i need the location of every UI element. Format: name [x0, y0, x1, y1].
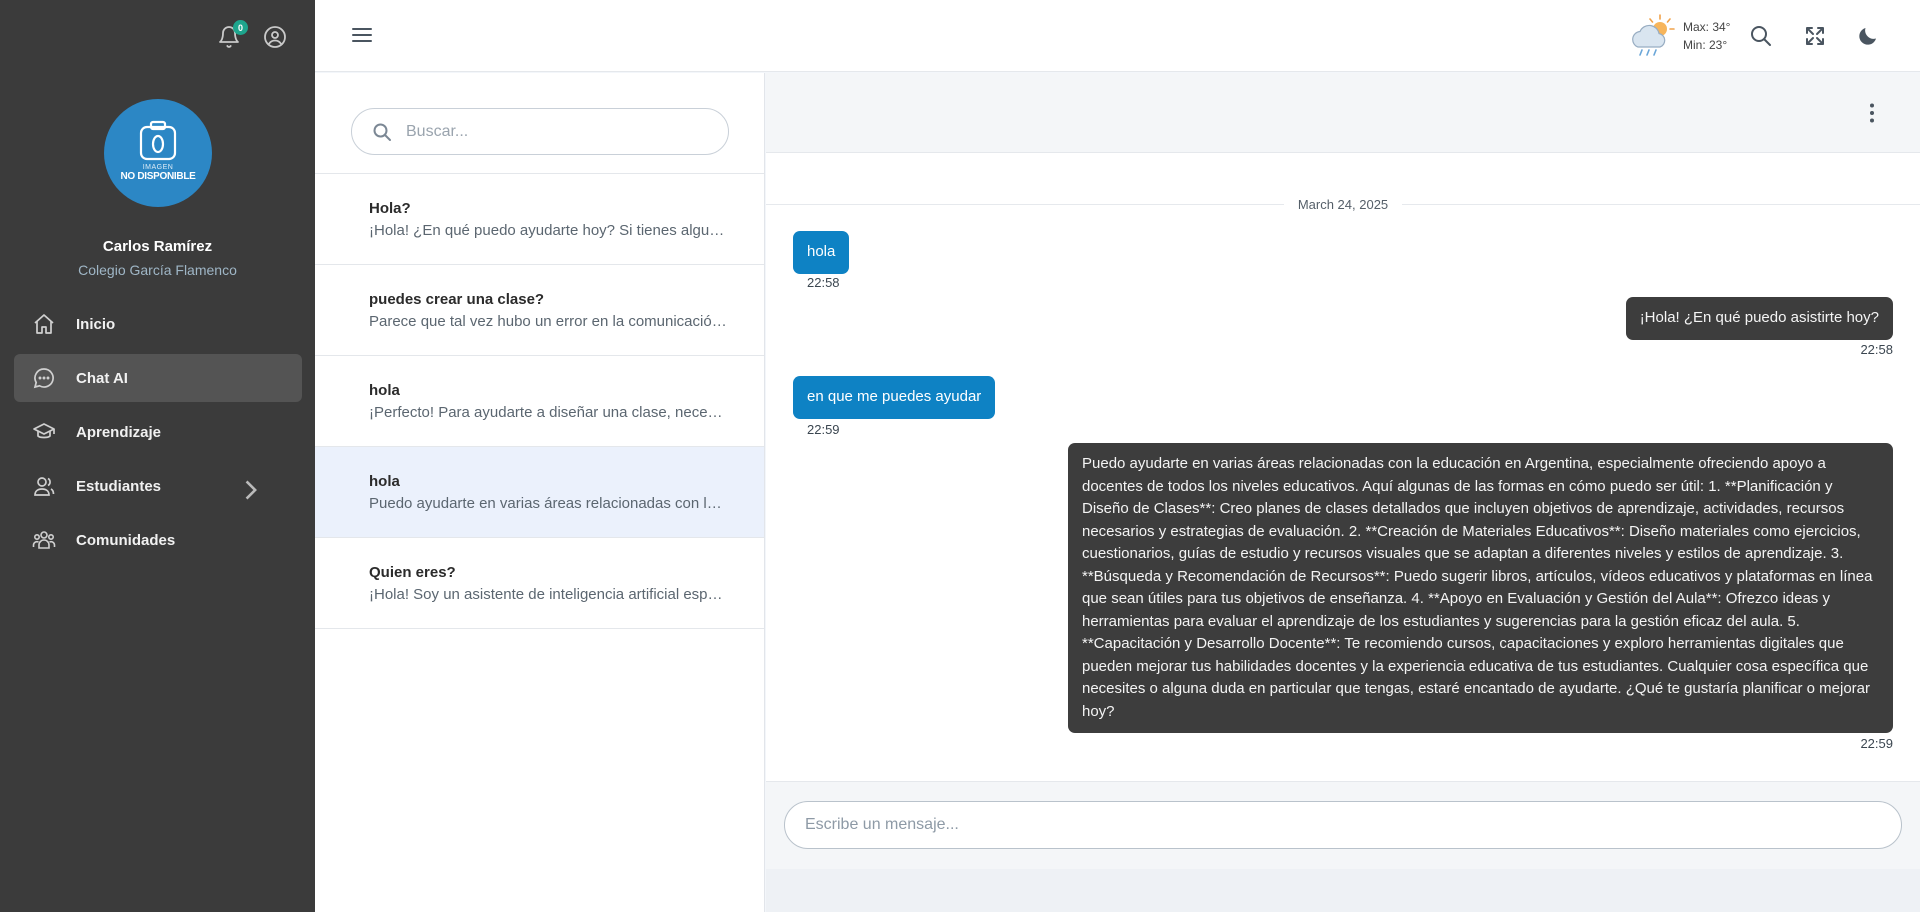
more-options-icon[interactable]: [1860, 101, 1884, 125]
dark-mode-moon-icon[interactable]: [1856, 24, 1880, 48]
graduation-cap-icon: [33, 423, 55, 439]
user-name: Carlos Ramírez: [102, 238, 213, 255]
sidebar-item-label: Inicio: [76, 315, 116, 333]
fullscreen-icon[interactable]: [1803, 24, 1827, 48]
sidebar-item-aprendizaje[interactable]: Aprendizaje: [14, 408, 302, 456]
sidebar-item-chat-ai[interactable]: Chat AI: [14, 354, 302, 402]
divider: [766, 204, 1284, 205]
user-circle-icon: [264, 26, 286, 48]
user-school: Colegio García Flamenco: [78, 262, 237, 278]
conversation-item-active[interactable]: hola Puedo ayudarte en varias áreas rela…: [315, 447, 764, 538]
conversation-items: Hola? ¡Hola! ¿En qué puedo ayudarte hoy?…: [315, 173, 764, 629]
divider: [1402, 204, 1920, 205]
user-message: en que me puedes ayudar: [793, 376, 996, 419]
conversation-title: hola: [369, 382, 400, 399]
chat-footer: [766, 869, 1920, 912]
assistant-message: ¡Hola! ¿En qué puedo asistirte hoy?: [1625, 297, 1893, 340]
search-icon: [373, 123, 391, 141]
message-input[interactable]: [784, 801, 1902, 849]
search-input[interactable]: [406, 122, 706, 141]
weather-readout: Max: 34° Min: 23°: [1683, 18, 1730, 54]
conversation-item[interactable]: Quien eres? ¡Hola! Soy un asistente de i…: [315, 538, 764, 629]
conversation-preview: Parece que tal vez hubo un error en la c…: [369, 313, 728, 330]
community-icon: [32, 531, 56, 549]
sidebar-item-comunidades[interactable]: Comunidades: [14, 516, 302, 564]
weather-partly-cloudy-rain-icon: [1632, 14, 1675, 56]
message-composer: [766, 781, 1920, 869]
message-time: 22:59: [807, 422, 840, 437]
sidebar-item-label: Aprendizaje: [76, 423, 162, 441]
conversation-preview: ¡Hola! ¿En qué puedo ayudarte hoy? Si ti…: [369, 222, 728, 239]
date-separator: March 24, 2025: [766, 197, 1920, 212]
conversation-title: hola: [369, 473, 400, 490]
camera-icon: [139, 120, 177, 161]
avatar[interactable]: IMAGEN NO DISPONIBLE: [104, 99, 212, 207]
chat-panel: March 24, 2025 hola 22:58 ¡Hola! ¿En qué…: [766, 73, 1920, 912]
date-label: March 24, 2025: [1297, 197, 1389, 212]
conversation-item[interactable]: puedes crear una clase? Parece que tal v…: [315, 265, 764, 356]
conversation-item[interactable]: Hola? ¡Hola! ¿En qué puedo ayudarte hoy?…: [315, 174, 764, 265]
search-icon[interactable]: [1749, 24, 1773, 48]
weather-max: Max: 34°: [1683, 20, 1731, 34]
chat-icon: [33, 368, 54, 389]
sidebar-item-label: Estudiantes: [76, 477, 162, 495]
conversation-preview: ¡Hola! Soy un asistente de inteligencia …: [369, 586, 728, 603]
profile-button[interactable]: [262, 24, 288, 50]
weather-min: Min: 23°: [1683, 38, 1728, 52]
conversation-search[interactable]: [351, 108, 729, 155]
avatar-placeholder-line1: IMAGEN: [142, 164, 174, 171]
chat-header: [766, 73, 1920, 153]
conversation-preview: ¡Perfecto! Para ayudarte a diseñar una c…: [369, 404, 728, 421]
sidebar: 0 IMAGEN NO DISPONIBLE Carlos Ramírez Co…: [0, 0, 315, 912]
conversation-list-panel: Hola? ¡Hola! ¿En qué puedo ayudarte hoy?…: [315, 73, 765, 912]
conversation-preview: Puedo ayudarte en varias áreas relaciona…: [369, 495, 728, 512]
conversation-title: puedes crear una clase?: [369, 291, 545, 308]
avatar-placeholder-line2: NO DISPONIBLE: [120, 171, 196, 182]
sidebar-top-actions: 0: [216, 20, 288, 50]
message-time: 22:58: [807, 275, 840, 290]
hamburger-menu-icon[interactable]: [351, 24, 373, 46]
sidebar-nav: Inicio Chat AI Aprendizaje Estudiantes C…: [14, 300, 302, 570]
home-icon: [34, 314, 54, 334]
sidebar-item-inicio[interactable]: Inicio: [14, 300, 302, 348]
message-time: 22:58: [1860, 342, 1893, 357]
sidebar-item-estudiantes[interactable]: Estudiantes: [14, 462, 302, 510]
conversation-item[interactable]: hola ¡Perfecto! Para ayudarte a diseñar …: [315, 356, 764, 447]
top-header: Max: 34° Min: 23°: [315, 0, 1920, 72]
sidebar-item-label: Chat AI: [76, 369, 128, 387]
notification-count-badge: 0: [233, 20, 248, 35]
conversation-title: Hola?: [369, 200, 411, 217]
chevron-right-icon: [245, 480, 257, 500]
sidebar-item-label: Comunidades: [76, 531, 176, 549]
conversation-title: Quien eres?: [369, 564, 456, 581]
user-message: hola: [793, 231, 850, 274]
users-icon: [34, 477, 55, 496]
assistant-message: Puedo ayudarte en varias áreas relaciona…: [1068, 443, 1893, 733]
message-time: 22:59: [1860, 736, 1893, 751]
notifications-button[interactable]: 0: [216, 20, 248, 50]
